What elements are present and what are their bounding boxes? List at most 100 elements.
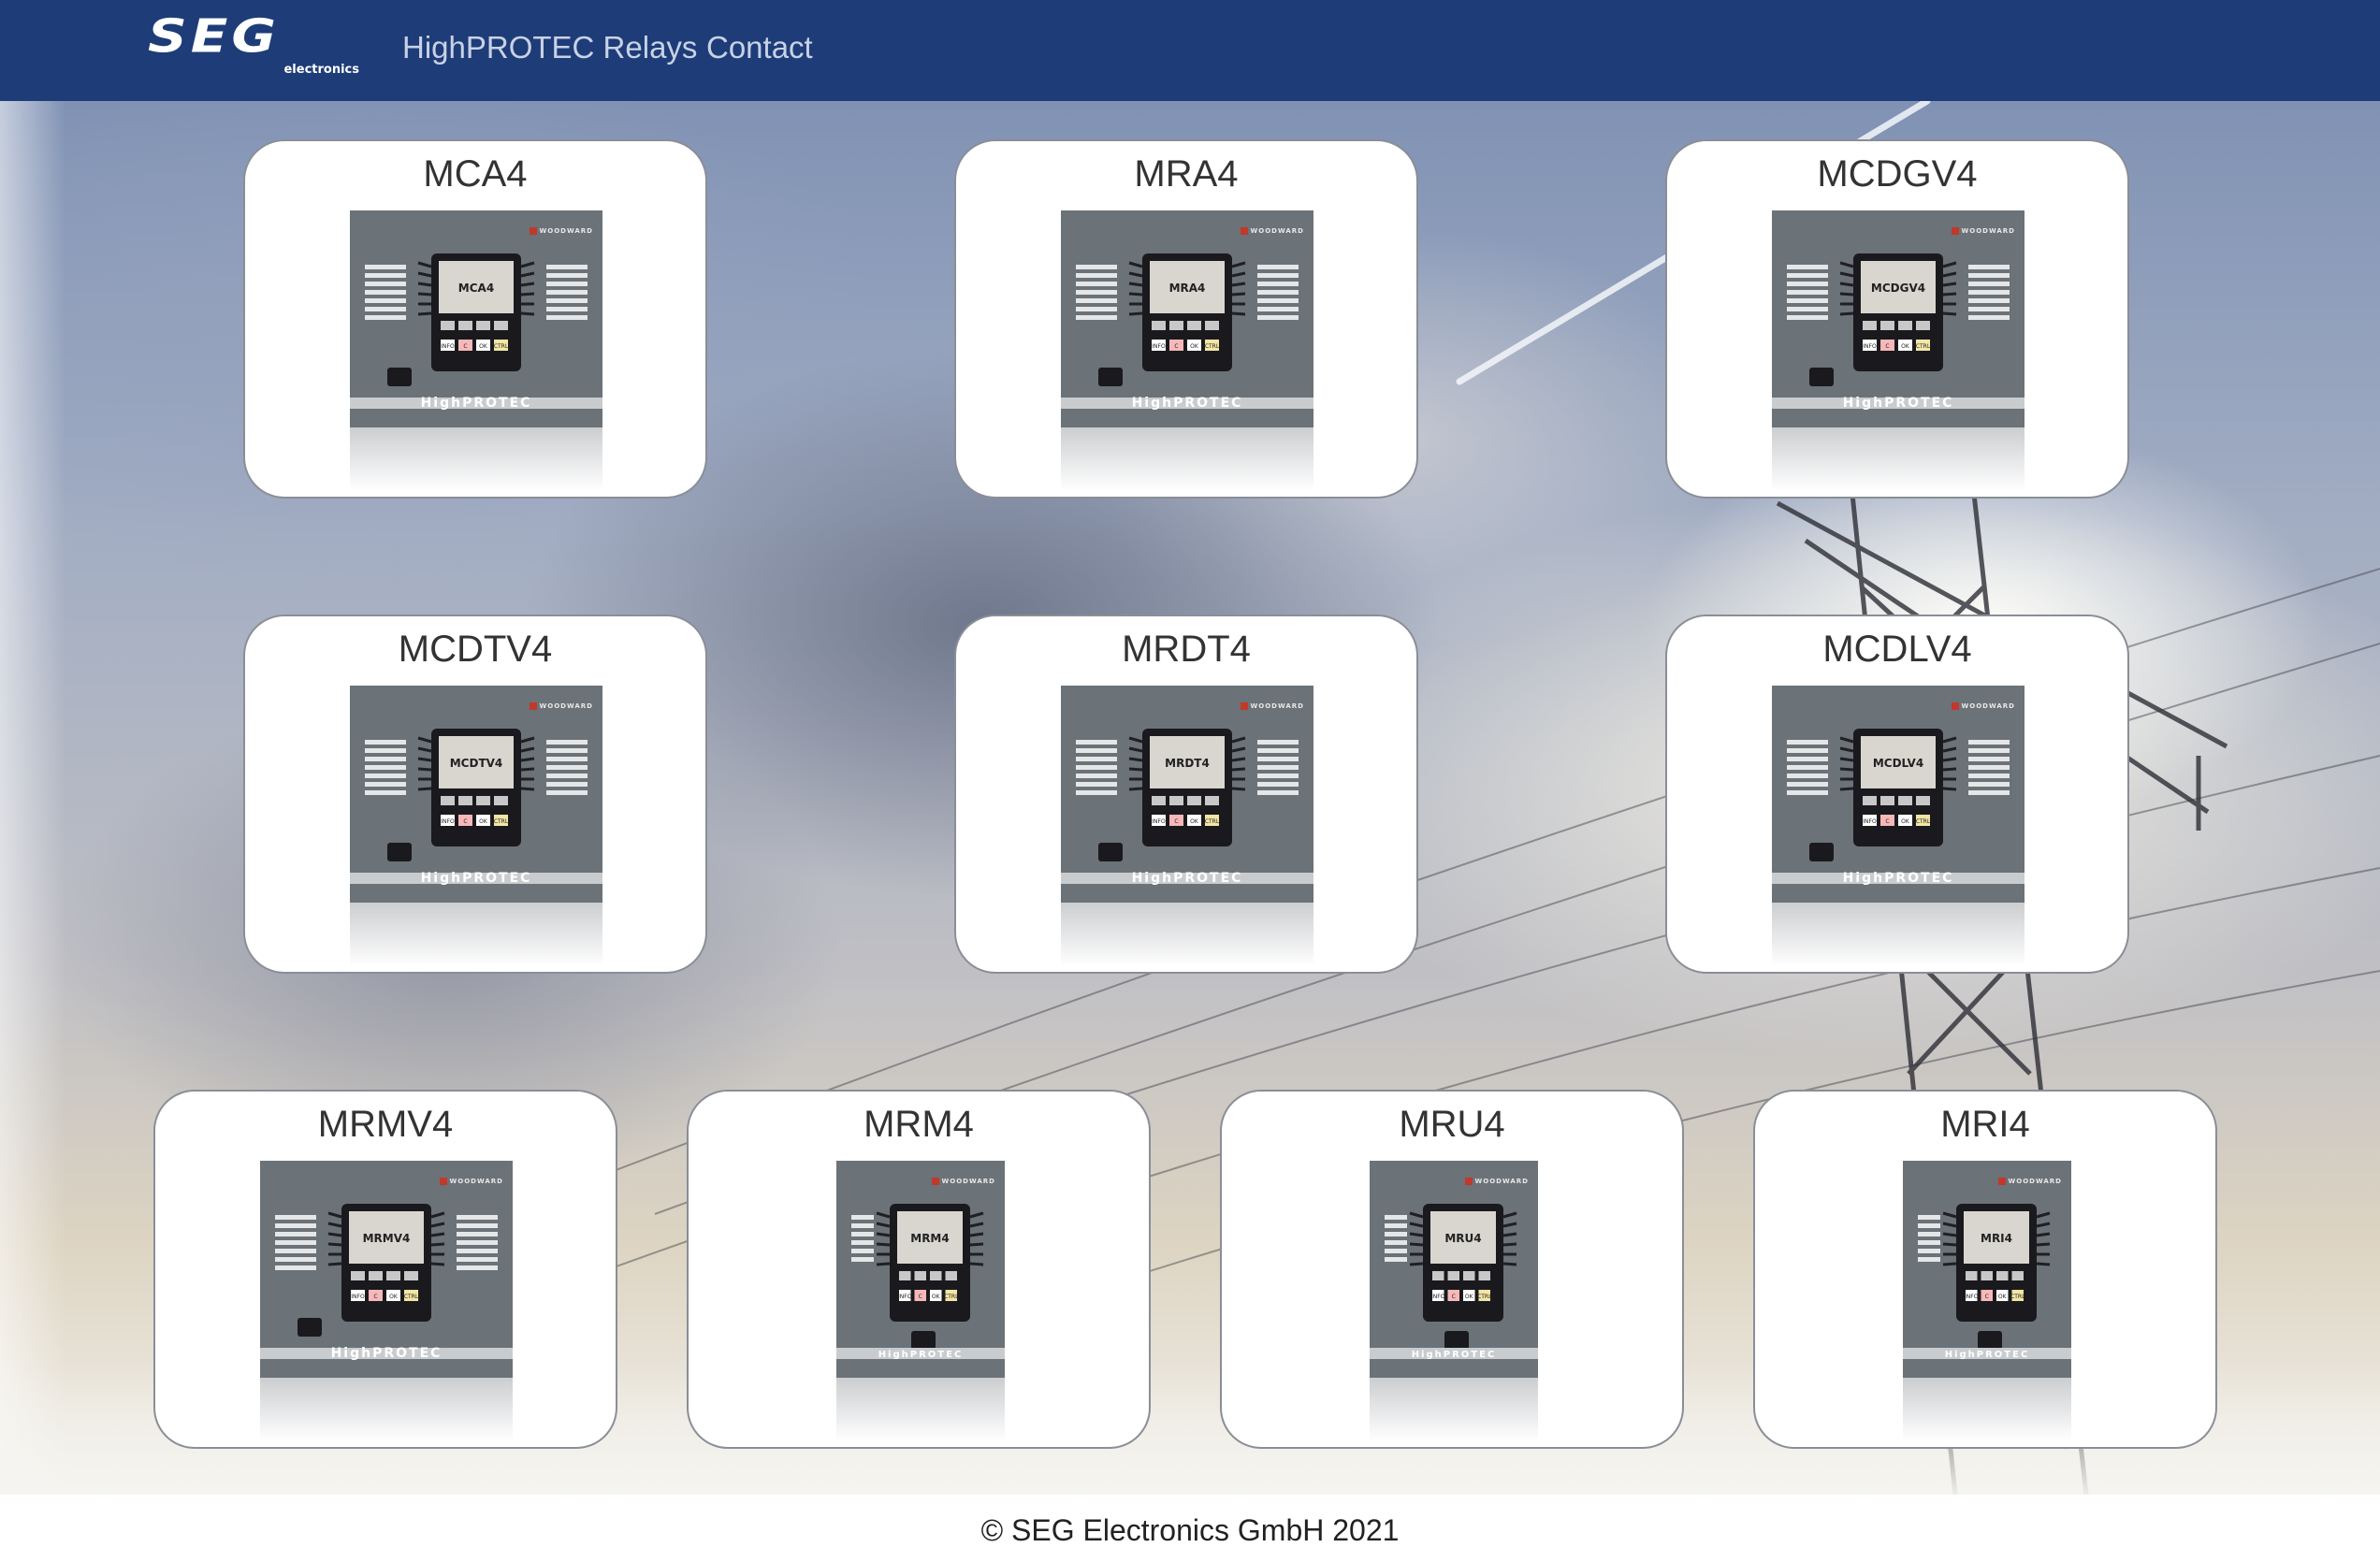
device-brand-label: WOODWARD xyxy=(942,1178,995,1185)
device-brand-label: WOODWARD xyxy=(1962,702,2015,710)
device-screen-label: MRDT4 xyxy=(1165,757,1210,770)
relay-device-image: WOODWARD MCDTV4 INFO C OK CTRL HighPROTEC xyxy=(350,686,602,966)
device-keypad-key: C xyxy=(919,1294,922,1300)
relay-card-title: MCA4 xyxy=(423,153,528,195)
device-keypad-key: CTRL xyxy=(1205,343,1220,350)
device-keypad-key: OK xyxy=(1190,818,1199,825)
nav-link-highprotec-relays[interactable]: HighPROTEC Relays xyxy=(402,30,697,65)
device-keypad-key: INFO xyxy=(898,1294,912,1300)
device-series-label: HighPROTEC xyxy=(1132,396,1243,411)
relay-card-mri4[interactable]: MRI4 WOODWARD MRI4 INFO C OK CTRL HighPROTEC xyxy=(1753,1090,2217,1449)
device-keypad-key: C xyxy=(373,1294,377,1300)
device-screen-label: MCDTV4 xyxy=(450,757,503,770)
relay-card-title: MRA4 xyxy=(1134,153,1239,195)
device-brand-label: WOODWARD xyxy=(1251,227,1304,235)
relay-device-image: WOODWARD MRA4 INFO C OK CTRL HighPROTEC xyxy=(1061,210,1313,491)
relay-card-mrmv4[interactable]: MRMV4 WOODWARD MRMV4 INFO C OK CTRL HighPROTEC xyxy=(153,1090,617,1449)
device-keypad-key: CTRL xyxy=(2010,1294,2025,1300)
relay-device-image: WOODWARD MRU4 INFO C OK CTRL HighPROTEC xyxy=(1370,1161,1538,1441)
relay-card-mru4[interactable]: MRU4 WOODWARD MRU4 INFO C OK CTRL HighPROTEC xyxy=(1220,1090,1684,1449)
device-keypad-key: OK xyxy=(1901,343,1910,350)
relay-device-image: WOODWARD MRI4 INFO C OK CTRL HighPROTEC xyxy=(1903,1161,2071,1441)
device-keypad-key: OK xyxy=(389,1294,399,1300)
device-brand-label: WOODWARD xyxy=(1475,1178,1529,1185)
device-series-label: HighPROTEC xyxy=(878,1350,964,1360)
relay-device-image: WOODWARD MRM4 INFO C OK CTRL HighPROTEC xyxy=(836,1161,1005,1441)
relay-device-image: WOODWARD MRDT4 INFO C OK CTRL HighPROTEC xyxy=(1061,686,1313,966)
device-keypad-key: INFO xyxy=(441,818,455,825)
device-series-label: HighPROTEC xyxy=(421,396,532,411)
device-screen-label: MCA4 xyxy=(458,282,494,295)
device-screen-label: MRI4 xyxy=(1981,1232,2012,1245)
device-keypad-key: INFO xyxy=(1152,343,1166,350)
device-keypad-key: C xyxy=(463,818,467,825)
device-keypad-key: INFO xyxy=(351,1294,365,1300)
device-keypad-key: CTRL xyxy=(404,1294,419,1300)
device-series-label: HighPROTEC xyxy=(1132,871,1243,886)
device-keypad-key: C xyxy=(1885,818,1889,825)
device-keypad-key: INFO xyxy=(441,343,455,350)
device-brand-label: WOODWARD xyxy=(1962,227,2015,235)
device-keypad-key: CTRL xyxy=(1916,343,1931,350)
relay-card-mrdt4[interactable]: MRDT4 WOODWARD MRDT4 INFO C OK CTRL HighPROTEC xyxy=(954,615,1418,974)
device-keypad-key: C xyxy=(1174,343,1178,350)
device-keypad-key: OK xyxy=(1190,343,1199,350)
device-keypad-key: CTRL xyxy=(944,1294,959,1300)
relay-card-mra4[interactable]: MRA4 WOODWARD MRA4 INFO C OK CTRL HighPROTEC xyxy=(954,139,1418,499)
device-keypad-key: INFO xyxy=(1965,1294,1979,1300)
logo-subtitle: electronics xyxy=(283,63,359,77)
device-screen-label: MRM4 xyxy=(910,1232,949,1245)
copyright-text: © SEG Electronics GmbH 2021 xyxy=(980,1513,1400,1547)
relay-card-title: MCDLV4 xyxy=(1822,629,1972,670)
device-screen-label: MRA4 xyxy=(1169,282,1206,295)
relay-card-title: MCDTV4 xyxy=(398,629,553,670)
seg-logo[interactable]: SEG electronics xyxy=(148,13,361,79)
relay-card-mcdgv4[interactable]: MCDGV4 WOODWARD MCDGV4 INFO C OK CTRL HighPROT… xyxy=(1665,139,2129,499)
nav-link-contact[interactable]: Contact xyxy=(706,30,813,65)
device-keypad-key: CTRL xyxy=(494,818,509,825)
device-brand-label: WOODWARD xyxy=(450,1178,503,1185)
device-keypad-key: OK xyxy=(479,818,488,825)
device-screen-label: MCDGV4 xyxy=(1871,282,1925,295)
device-screen-label: MRMV4 xyxy=(363,1232,411,1245)
device-keypad-key: OK xyxy=(479,343,488,350)
device-keypad-key: CTRL xyxy=(1205,818,1220,825)
device-keypad-key: OK xyxy=(1901,818,1910,825)
relay-device-image: WOODWARD MCDGV4 INFO C OK CTRL HighPROTEC xyxy=(1772,210,2024,491)
device-keypad-key: INFO xyxy=(1863,818,1877,825)
device-keypad-key: CTRL xyxy=(1477,1294,1492,1300)
device-keypad-key: C xyxy=(1885,343,1889,350)
relay-card-mcdlv4[interactable]: MCDLV4 WOODWARD MCDLV4 INFO C OK CTRL HighPROT… xyxy=(1665,615,2129,974)
device-series-label: HighPROTEC xyxy=(1843,871,1954,886)
relay-card-mca4[interactable]: MCA4 WOODWARD MCA4 INFO C OK CTRL HighPROTEC xyxy=(243,139,707,499)
relay-card-title: MRU4 xyxy=(1399,1104,1505,1145)
device-keypad-key: INFO xyxy=(1152,818,1166,825)
device-brand-label: WOODWARD xyxy=(540,702,593,710)
device-series-label: HighPROTEC xyxy=(331,1346,443,1361)
device-keypad-key: OK xyxy=(932,1294,941,1300)
device-keypad-key: OK xyxy=(1998,1294,2008,1300)
logo-wordmark: SEG xyxy=(148,8,280,64)
device-keypad-key: C xyxy=(1452,1294,1456,1300)
page-footer: © SEG Electronics GmbH 2021 xyxy=(0,1495,2380,1562)
device-brand-label: WOODWARD xyxy=(2009,1178,2062,1185)
relay-card-title: MRDT4 xyxy=(1122,629,1251,670)
device-screen-label: MRU4 xyxy=(1444,1232,1481,1245)
device-keypad-key: C xyxy=(1985,1294,1989,1300)
relay-device-image: WOODWARD MCA4 INFO C OK CTRL HighPROTEC xyxy=(350,210,602,491)
device-screen-label: MCDLV4 xyxy=(1873,757,1923,770)
relay-card-title: MRM4 xyxy=(863,1104,974,1145)
relay-device-image: WOODWARD MRMV4 INFO C OK CTRL HighPROTEC xyxy=(260,1161,513,1441)
relay-card-title: MRI4 xyxy=(1940,1104,2030,1145)
relay-card-mcdtv4[interactable]: MCDTV4 WOODWARD MCDTV4 INFO C OK CTRL HighPROT… xyxy=(243,615,707,974)
device-brand-label: WOODWARD xyxy=(1251,702,1304,710)
device-series-label: HighPROTEC xyxy=(421,871,532,886)
relay-card-mrm4[interactable]: MRM4 WOODWARD MRM4 INFO C OK CTRL HighPROTEC xyxy=(687,1090,1151,1449)
device-keypad-key: OK xyxy=(1465,1294,1474,1300)
device-keypad-key: CTRL xyxy=(494,343,509,350)
device-series-label: HighPROTEC xyxy=(1843,396,1954,411)
device-keypad-key: INFO xyxy=(1863,343,1877,350)
relay-device-image: WOODWARD MCDLV4 INFO C OK CTRL HighPROTEC xyxy=(1772,686,2024,966)
device-series-label: HighPROTEC xyxy=(1412,1350,1497,1360)
device-series-label: HighPROTEC xyxy=(1945,1350,2030,1360)
